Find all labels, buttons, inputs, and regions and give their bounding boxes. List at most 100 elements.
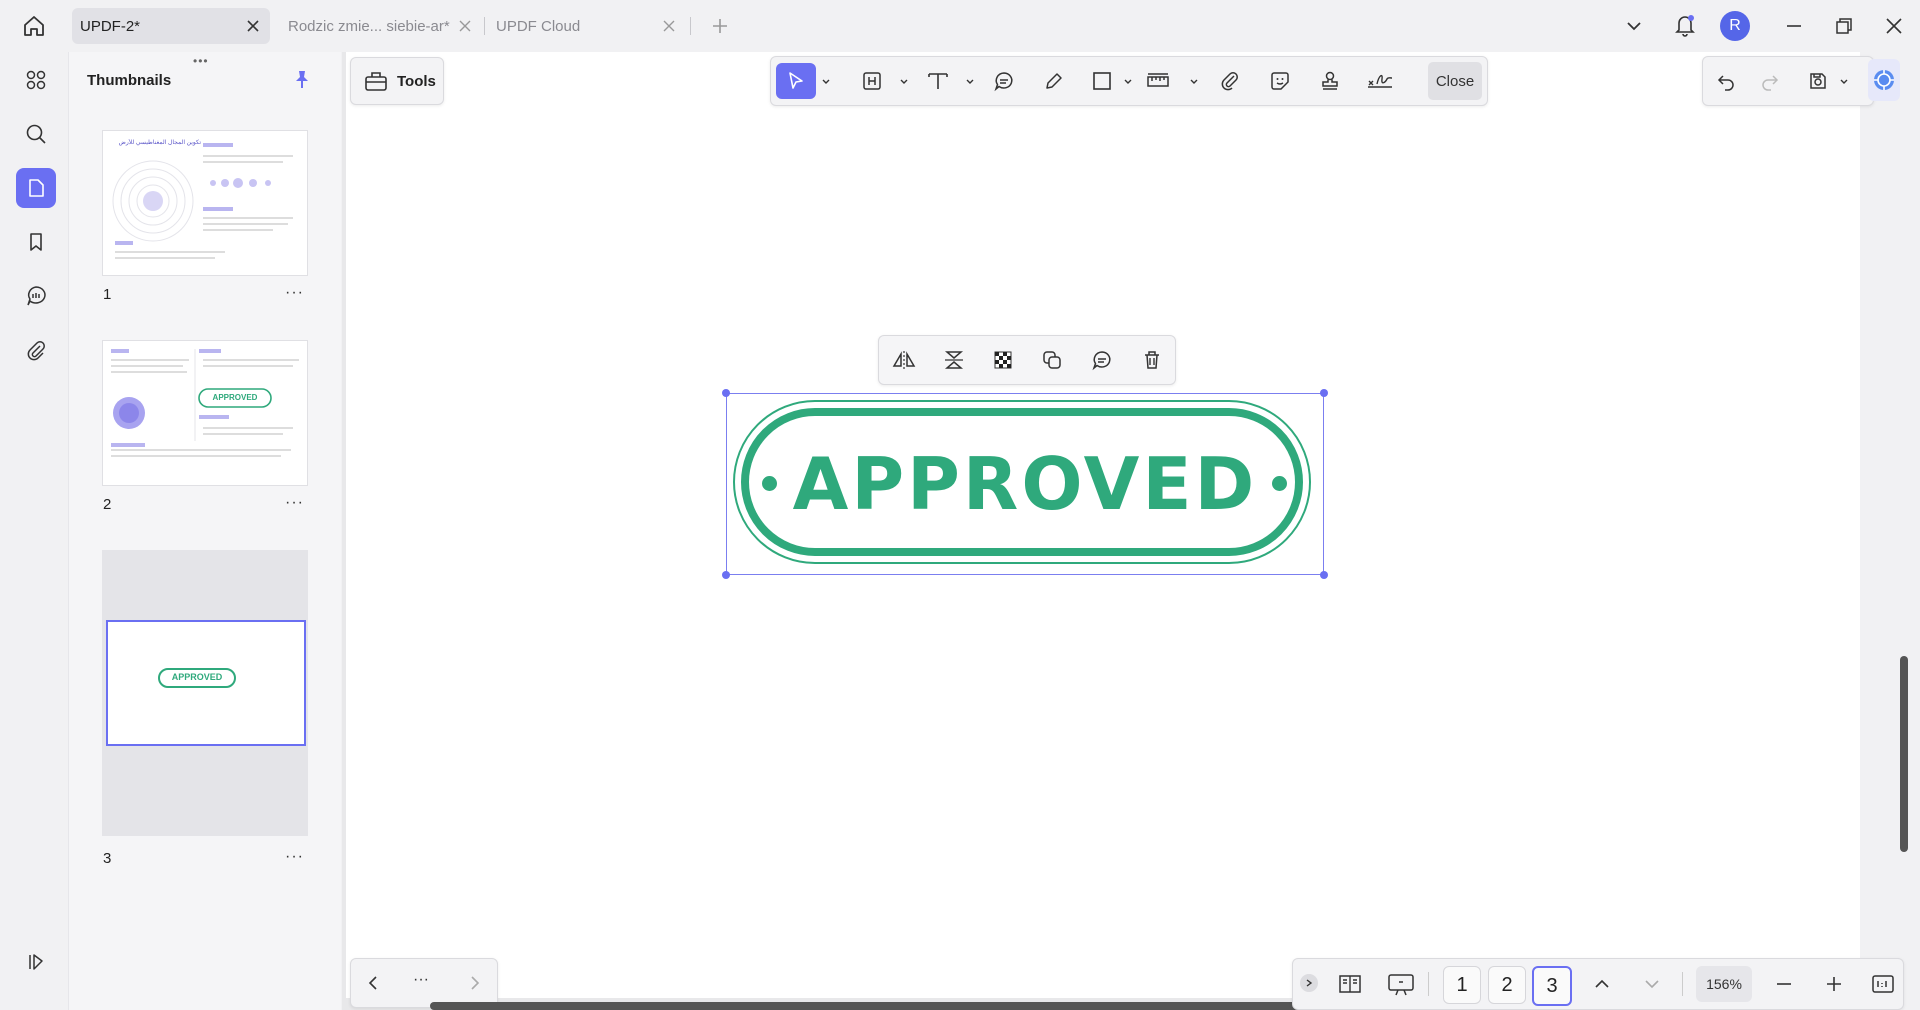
- text-dropdown-chevron-icon[interactable]: [965, 77, 975, 87]
- measure-ruler-icon[interactable]: [1143, 66, 1173, 96]
- shape-rectangle-icon[interactable]: [1087, 66, 1117, 96]
- vertical-scrollbar-thumb[interactable]: [1900, 656, 1908, 852]
- select-tool-button[interactable]: [776, 63, 816, 99]
- pin-icon[interactable]: [291, 68, 313, 90]
- home-icon[interactable]: [20, 12, 48, 40]
- ai-assistant-icon[interactable]: [1868, 59, 1900, 101]
- sticker-icon[interactable]: [1265, 66, 1295, 96]
- page-down-chevron-icon[interactable]: [1640, 972, 1664, 996]
- page-layout-icon[interactable]: [1336, 970, 1364, 998]
- redo-icon[interactable]: [1755, 66, 1785, 96]
- stamp-selection-box[interactable]: APPROVED: [722, 389, 1328, 579]
- bookmark-icon[interactable]: [16, 222, 56, 262]
- presentation-icon[interactable]: [1386, 970, 1416, 998]
- thumbnail-number: 3: [103, 850, 112, 867]
- comment-tool-icon[interactable]: [989, 66, 1019, 96]
- more-options-button[interactable]: ···: [413, 971, 429, 989]
- highlight-dropdown-chevron-icon[interactable]: [899, 77, 909, 87]
- thumbnail-more-button[interactable]: ···: [285, 494, 304, 512]
- attach-file-icon[interactable]: [1215, 66, 1245, 96]
- page-1-heading: تكوين المجال المغناطيسي للأرض: [118, 140, 201, 146]
- stamp-approved-text: APPROVED: [792, 442, 1258, 526]
- comments-icon[interactable]: [16, 276, 56, 316]
- zoom-out-minus-icon[interactable]: [1772, 972, 1796, 996]
- toolbox-icon: [365, 72, 387, 91]
- save-dropdown-chevron-icon[interactable]: [1839, 77, 1849, 87]
- save-icon[interactable]: [1803, 66, 1833, 96]
- flip-vertical-icon[interactable]: [939, 345, 969, 375]
- opacity-checker-icon[interactable]: [988, 345, 1018, 375]
- close-tab-icon[interactable]: [244, 17, 262, 35]
- resize-handle-top-left[interactable]: [722, 389, 730, 397]
- flip-horizontal-icon[interactable]: [889, 345, 919, 375]
- thumbnail-page-3[interactable]: APPROVED: [106, 620, 306, 746]
- right-toolbar: [1702, 56, 1874, 106]
- undo-icon[interactable]: [1711, 66, 1741, 96]
- pencil-draw-icon[interactable]: [1039, 66, 1069, 96]
- thumbnail-number: 1: [103, 286, 112, 303]
- page-button-1[interactable]: 1: [1443, 966, 1481, 1004]
- stamp-tool-icon[interactable]: [1315, 66, 1345, 96]
- close-tab-icon[interactable]: [660, 17, 678, 35]
- thumbnails-page-icon[interactable]: [16, 168, 56, 208]
- highlight-tool-icon[interactable]: [857, 66, 887, 96]
- attachment-icon[interactable]: [16, 330, 56, 370]
- tab-rodzic[interactable]: Rodzic zmie... siebie-ar*: [280, 8, 480, 44]
- tab-divider: [690, 17, 691, 35]
- measure-dropdown-chevron-icon[interactable]: [1189, 77, 1199, 87]
- zoom-in-plus-icon[interactable]: [1822, 972, 1846, 996]
- annotation-toolbar: [770, 56, 1488, 106]
- page-3-stamp-text: APPROVED: [171, 672, 223, 682]
- tab-label: Rodzic zmie... siebie-ar*: [288, 17, 450, 35]
- avatar[interactable]: R: [1720, 11, 1750, 41]
- duplicate-icon[interactable]: [1037, 345, 1067, 375]
- close-window-icon[interactable]: [1882, 14, 1906, 38]
- resize-handle-bottom-left[interactable]: [722, 571, 730, 579]
- page-button-3[interactable]: 3: [1532, 966, 1572, 1006]
- tabs-dropdown-chevron-icon[interactable]: [1622, 14, 1646, 38]
- notification-bell-icon[interactable]: [1672, 12, 1698, 38]
- page-button-2[interactable]: 2: [1488, 966, 1526, 1004]
- actual-size-icon[interactable]: [1870, 972, 1896, 996]
- vertical-scrollbar-track[interactable]: [1860, 52, 1920, 1010]
- thumbnail-page-2[interactable]: APPROVED: [102, 340, 308, 486]
- cursor-arrow-icon: [789, 72, 803, 89]
- resize-handle-bottom-right[interactable]: [1320, 571, 1328, 579]
- restore-icon[interactable]: [1832, 14, 1856, 38]
- thumbnail-page-3-container[interactable]: APPROVED: [102, 550, 308, 836]
- previous-chevron-icon[interactable]: [359, 968, 389, 998]
- toolbar-divider: [1682, 972, 1683, 996]
- panel-title: Thumbnails: [87, 72, 172, 89]
- search-icon[interactable]: [16, 114, 56, 154]
- toolbar-divider: [1428, 972, 1429, 996]
- new-tab-plus-icon[interactable]: [708, 14, 732, 38]
- zoom-level[interactable]: 156%: [1696, 966, 1752, 1002]
- organize-pages-grid-icon[interactable]: [16, 60, 56, 100]
- panel-resize-handle[interactable]: •••: [193, 54, 209, 68]
- minimize-icon[interactable]: [1782, 14, 1806, 38]
- next-chevron-icon[interactable]: [459, 968, 489, 998]
- page-nav-left: ···: [350, 958, 498, 1008]
- expand-chevron-icon[interactable]: [1300, 974, 1318, 992]
- tools-label: Tools: [397, 72, 436, 90]
- shape-dropdown-chevron-icon[interactable]: [1123, 77, 1133, 87]
- text-tool-icon[interactable]: [923, 66, 953, 96]
- tools-button[interactable]: Tools: [350, 57, 444, 105]
- tab-updf-cloud[interactable]: UPDF Cloud: [488, 8, 684, 44]
- page-up-chevron-icon[interactable]: [1590, 972, 1614, 996]
- resize-handle-top-right[interactable]: [1320, 389, 1328, 397]
- thumbnails-panel: ••• Thumbnails تكوين المجال المغناطيسي ل…: [68, 52, 341, 1010]
- thumbnail-more-button[interactable]: ···: [285, 848, 304, 866]
- close-annotation-toolbar-button[interactable]: Close: [1428, 62, 1482, 100]
- page-2-stamp-text: APPROVED: [212, 393, 258, 402]
- thumbnail-more-button[interactable]: ···: [285, 284, 304, 302]
- tab-updf-2[interactable]: UPDF-2*: [72, 8, 270, 44]
- tab-label: UPDF-2*: [80, 17, 141, 35]
- sidebar-settings-icon[interactable]: [16, 942, 56, 982]
- thumbnail-page-1[interactable]: تكوين المجال المغناطيسي للأرض: [102, 130, 308, 276]
- select-dropdown-chevron-icon[interactable]: [821, 77, 831, 87]
- add-comment-icon[interactable]: [1087, 345, 1117, 375]
- signature-icon[interactable]: [1365, 66, 1395, 96]
- close-tab-icon[interactable]: [456, 17, 474, 35]
- delete-trash-icon[interactable]: [1137, 345, 1167, 375]
